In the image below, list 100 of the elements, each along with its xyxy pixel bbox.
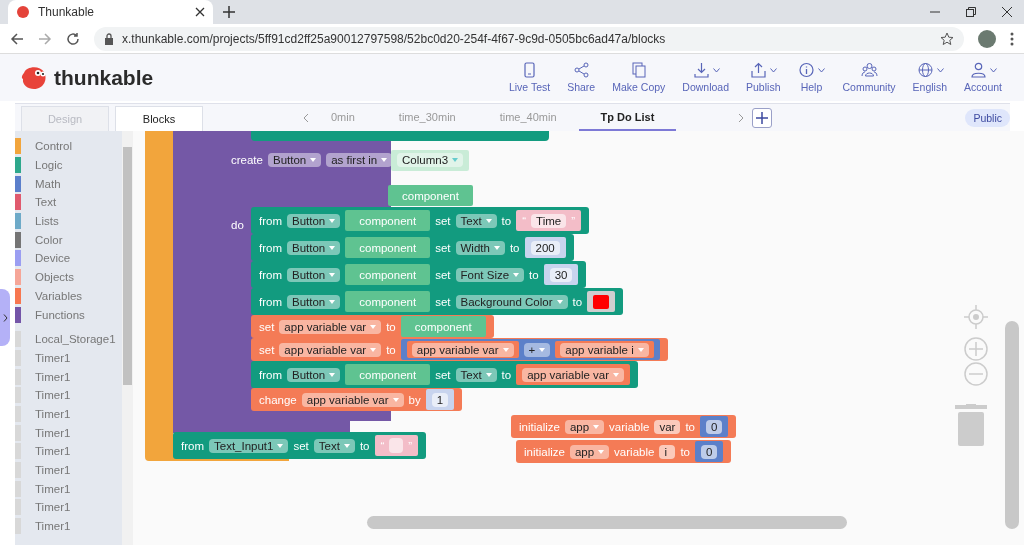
block-field[interactable]: 0 [705,419,723,434]
close-icon [195,7,205,17]
block-dropdown[interactable]: Text_Input1 [209,438,289,453]
block-dropdown[interactable]: Button [287,240,341,255]
component-item[interactable]: Timer1 [35,351,71,364]
caret-icon [392,397,399,402]
category-item[interactable]: Control [35,140,73,153]
block-dropdown[interactable]: Width [455,240,505,255]
block-dropdown[interactable]: app variable i [560,342,649,357]
block-field[interactable]: 30 [549,267,573,282]
download-icon [691,62,711,78]
menu-icon [1010,31,1014,46]
block-label: from [181,439,204,452]
block-field[interactable]: i [659,444,676,459]
category-item[interactable]: Device [35,252,71,265]
block-field[interactable]: Time [531,213,567,228]
add-screen-button[interactable] [752,107,773,128]
scrollbar[interactable] [1005,321,1019,529]
category-item[interactable]: Variables [35,289,83,302]
component-item[interactable]: Timer1 [35,482,71,495]
caret-icon [343,443,350,448]
category-item[interactable]: Functions [35,308,85,321]
component-item[interactable]: Timer1 [35,520,71,533]
avatar[interactable] [978,29,996,48]
url-text: x.thunkable.com/projects/5ff91cd2ff25a90012797598/52bc0d20-254f-4f67-9c9d-0505bc6ad47a/blocks [122,31,666,46]
block-field[interactable]: var [654,419,681,434]
block-dropdown[interactable]: Column3 [397,153,464,167]
block-dropdown[interactable]: Button [287,213,341,228]
block-field[interactable]: 200 [530,240,560,255]
component-item[interactable]: Timer1 [35,389,71,402]
scrollbar[interactable] [367,516,847,529]
block-label: set [259,320,275,333]
toolbar-button[interactable]: Live Test [508,62,551,93]
toolbar-button[interactable]: English [912,62,948,93]
block-dropdown[interactable]: Button [267,153,322,167]
toolbar-button[interactable]: Make Copy [612,62,666,93]
block-label: set [435,268,451,281]
block-dropdown[interactable]: Text [455,367,497,382]
block-label: from [259,214,282,227]
block-dropdown[interactable]: Button [287,267,341,282]
block-field[interactable] [389,438,404,453]
block-label: from [259,295,282,308]
block-label: set [435,241,451,254]
copy-icon [629,62,649,78]
block-dropdown[interactable]: Text [455,213,497,228]
color-swatch[interactable] [593,294,610,309]
block-dropdown[interactable]: app [564,419,605,434]
category-item[interactable]: Math [35,177,61,190]
browser-tab[interactable]: Thunkable [8,0,213,24]
flyout-toggle[interactable] [0,289,10,346]
caret-icon [370,347,377,352]
block-dropdown[interactable]: + [523,342,551,357]
toolbar-button[interactable]: Community [842,62,896,93]
category-item[interactable]: Text [35,196,57,209]
block-label: component [401,189,460,202]
mode-tab[interactable]: Blocks [115,106,203,131]
caret-icon [310,158,317,162]
block-dropdown[interactable]: app variable var [522,367,624,382]
block-dropdown[interactable]: Text [313,438,355,453]
block-field[interactable]: 0 [701,444,718,459]
category-item[interactable]: Color [35,233,63,246]
block-dropdown[interactable]: app variable var [279,319,382,334]
caret-icon [329,272,336,277]
block-label: to [501,368,512,381]
block-dropdown[interactable]: Button [287,367,341,382]
address-bar[interactable]: x.thunkable.com/projects/5ff91cd2ff25a90012797598/52bc0d20-254f-4f67-9c9d-0505bc6ad47a/blocks [94,26,964,51]
component-item[interactable]: Timer1 [35,407,71,420]
block-label: to [359,439,370,452]
caret-icon [329,245,336,250]
block-field[interactable]: 1 [431,392,449,407]
component-item[interactable]: Timer1 [35,464,71,477]
component-item[interactable]: Timer1 [35,445,71,458]
block-dropdown[interactable]: app variable var [411,342,514,357]
block-dropdown[interactable]: Font Size [455,267,525,282]
block-dropdown[interactable]: Button [287,294,341,309]
block-label: to [680,445,690,458]
block-label: set [293,439,309,452]
category-item[interactable]: Logic [35,159,63,172]
block-dropdown[interactable]: app variable var [279,342,382,357]
caret-icon [277,443,284,448]
toolbar-button[interactable]: Help [797,62,826,93]
component-item[interactable]: Timer1 [35,501,71,514]
chevron-right-icon [2,313,8,322]
block-dropdown[interactable]: Background Color [455,294,568,309]
component-item[interactable]: Local_Storage1 [35,333,116,346]
block-label: component [358,295,418,308]
toolbar-button[interactable]: Publish [746,62,781,93]
caret-icon [485,372,492,377]
component-item[interactable]: Timer1 [35,370,71,383]
category-item[interactable]: Lists [35,215,59,228]
category-item[interactable]: Objects [35,271,74,284]
block-dropdown[interactable]: app [569,444,610,459]
component-item[interactable]: Timer1 [35,426,71,439]
toolbar-button[interactable]: Account [964,62,1002,93]
toolbar-button[interactable]: Share [567,62,596,93]
block-dropdown[interactable]: app variable var [301,392,404,407]
scrollbar[interactable] [122,131,133,545]
item-strip [15,424,21,441]
block-dropdown[interactable]: as first in [326,153,393,167]
toolbar-button[interactable]: Download [682,62,730,93]
